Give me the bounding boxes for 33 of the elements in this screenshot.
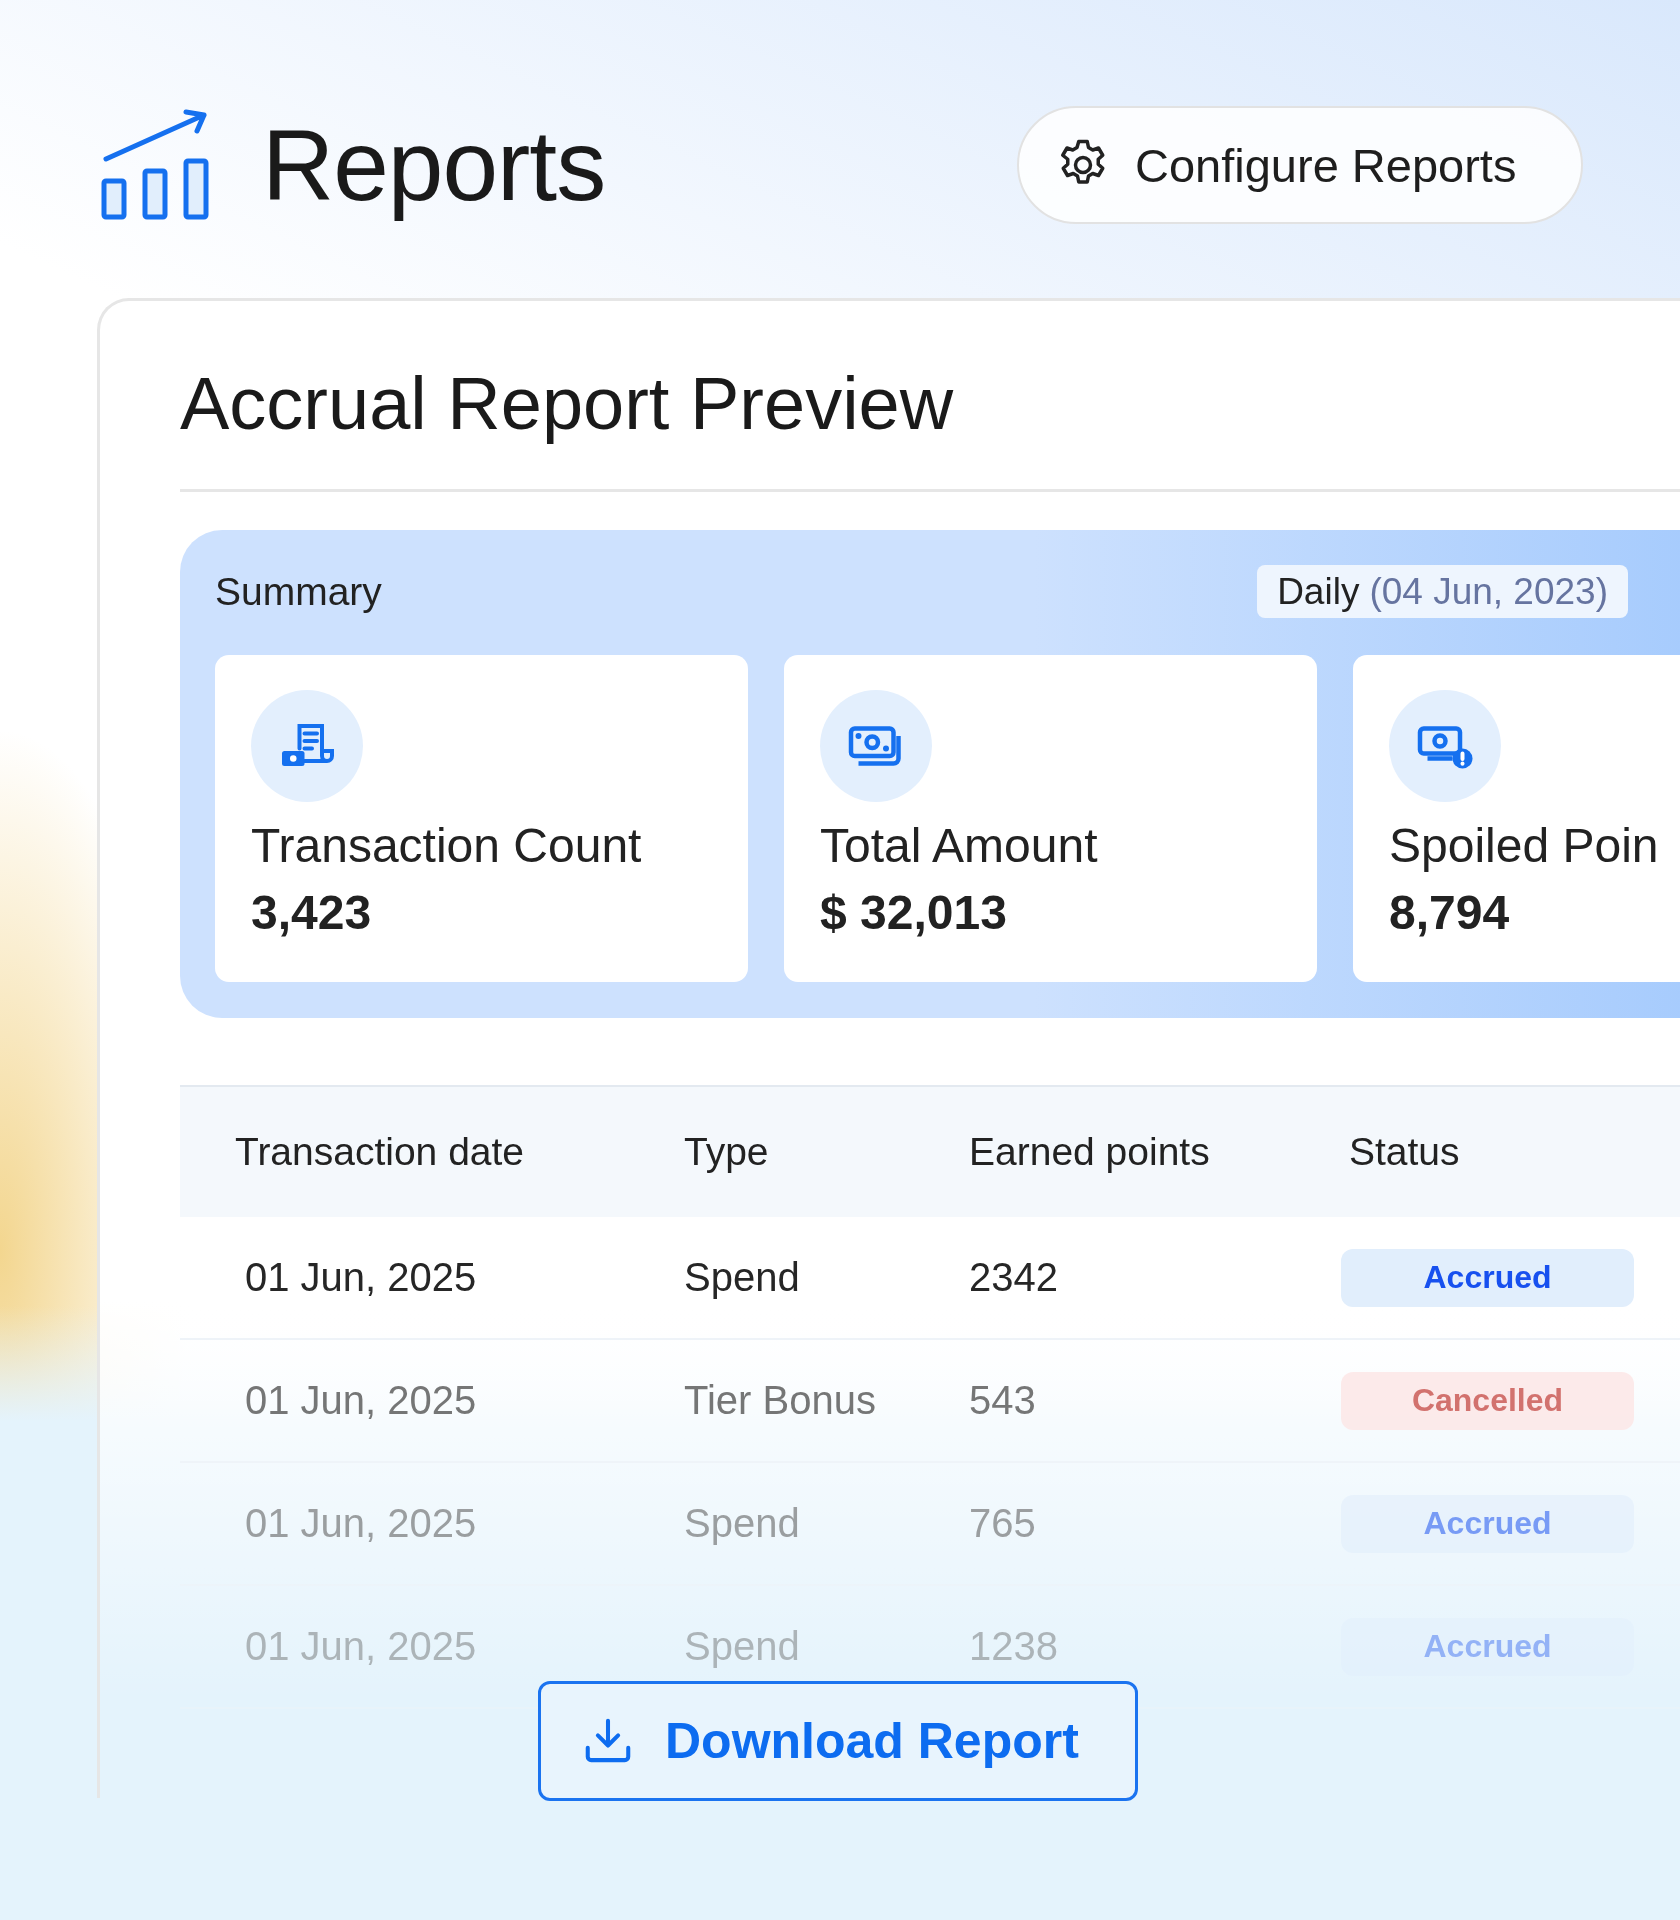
table-cell-text: 765 bbox=[969, 1501, 1037, 1546]
column-header: Transaction date bbox=[235, 1130, 526, 1174]
bar-chart-icon bbox=[100, 109, 212, 221]
stat-label: Total Amount bbox=[820, 818, 1099, 873]
table-cell-text: Spend bbox=[684, 1255, 801, 1300]
period-date: (04 Jun, 2023) bbox=[1369, 570, 1608, 613]
report-title: Accrual Report Preview bbox=[180, 361, 955, 447]
stat-value: 8,794 bbox=[1389, 885, 1511, 940]
table-cell-text: Tier Bonus bbox=[684, 1378, 877, 1423]
table-cell-text: 543 bbox=[969, 1378, 1037, 1423]
download-report-button[interactable]: Download Report bbox=[538, 1681, 1138, 1801]
table-cell-text: 01 Jun, 2025 bbox=[244, 1378, 478, 1423]
stat-label: Spoiled Poin bbox=[1389, 818, 1660, 873]
table-cell-text: 1238 bbox=[969, 1624, 1059, 1669]
status-badge: Accrued bbox=[1341, 1248, 1634, 1307]
column-header: Type bbox=[684, 1130, 770, 1174]
table-cell-text: 01 Jun, 2025 bbox=[244, 1501, 478, 1546]
stat-label: Transaction Count bbox=[251, 818, 643, 873]
stat-value: $ 32,013 bbox=[820, 885, 1008, 940]
summary-title: Summary bbox=[215, 569, 382, 614]
table-cell-text: 01 Jun, 2025 bbox=[244, 1624, 478, 1669]
page-title: Reports bbox=[262, 107, 606, 223]
status-badge: Accrued bbox=[1341, 1494, 1634, 1553]
table-cell-text: 2342 bbox=[969, 1255, 1059, 1300]
table-cell-text: Spend bbox=[684, 1624, 801, 1669]
stat-value: 3,423 bbox=[251, 885, 373, 940]
table-cell-text: Spend bbox=[684, 1501, 801, 1546]
column-header: Status bbox=[1348, 1130, 1461, 1174]
period-label: Daily bbox=[1277, 570, 1360, 613]
configure-reports-button[interactable]: Configure Reports bbox=[1017, 106, 1583, 224]
column-header: Earned points bbox=[969, 1130, 1211, 1174]
table-cell-text: 01 Jun, 2025 bbox=[244, 1255, 478, 1300]
status-badge: Cancelled bbox=[1341, 1371, 1634, 1430]
